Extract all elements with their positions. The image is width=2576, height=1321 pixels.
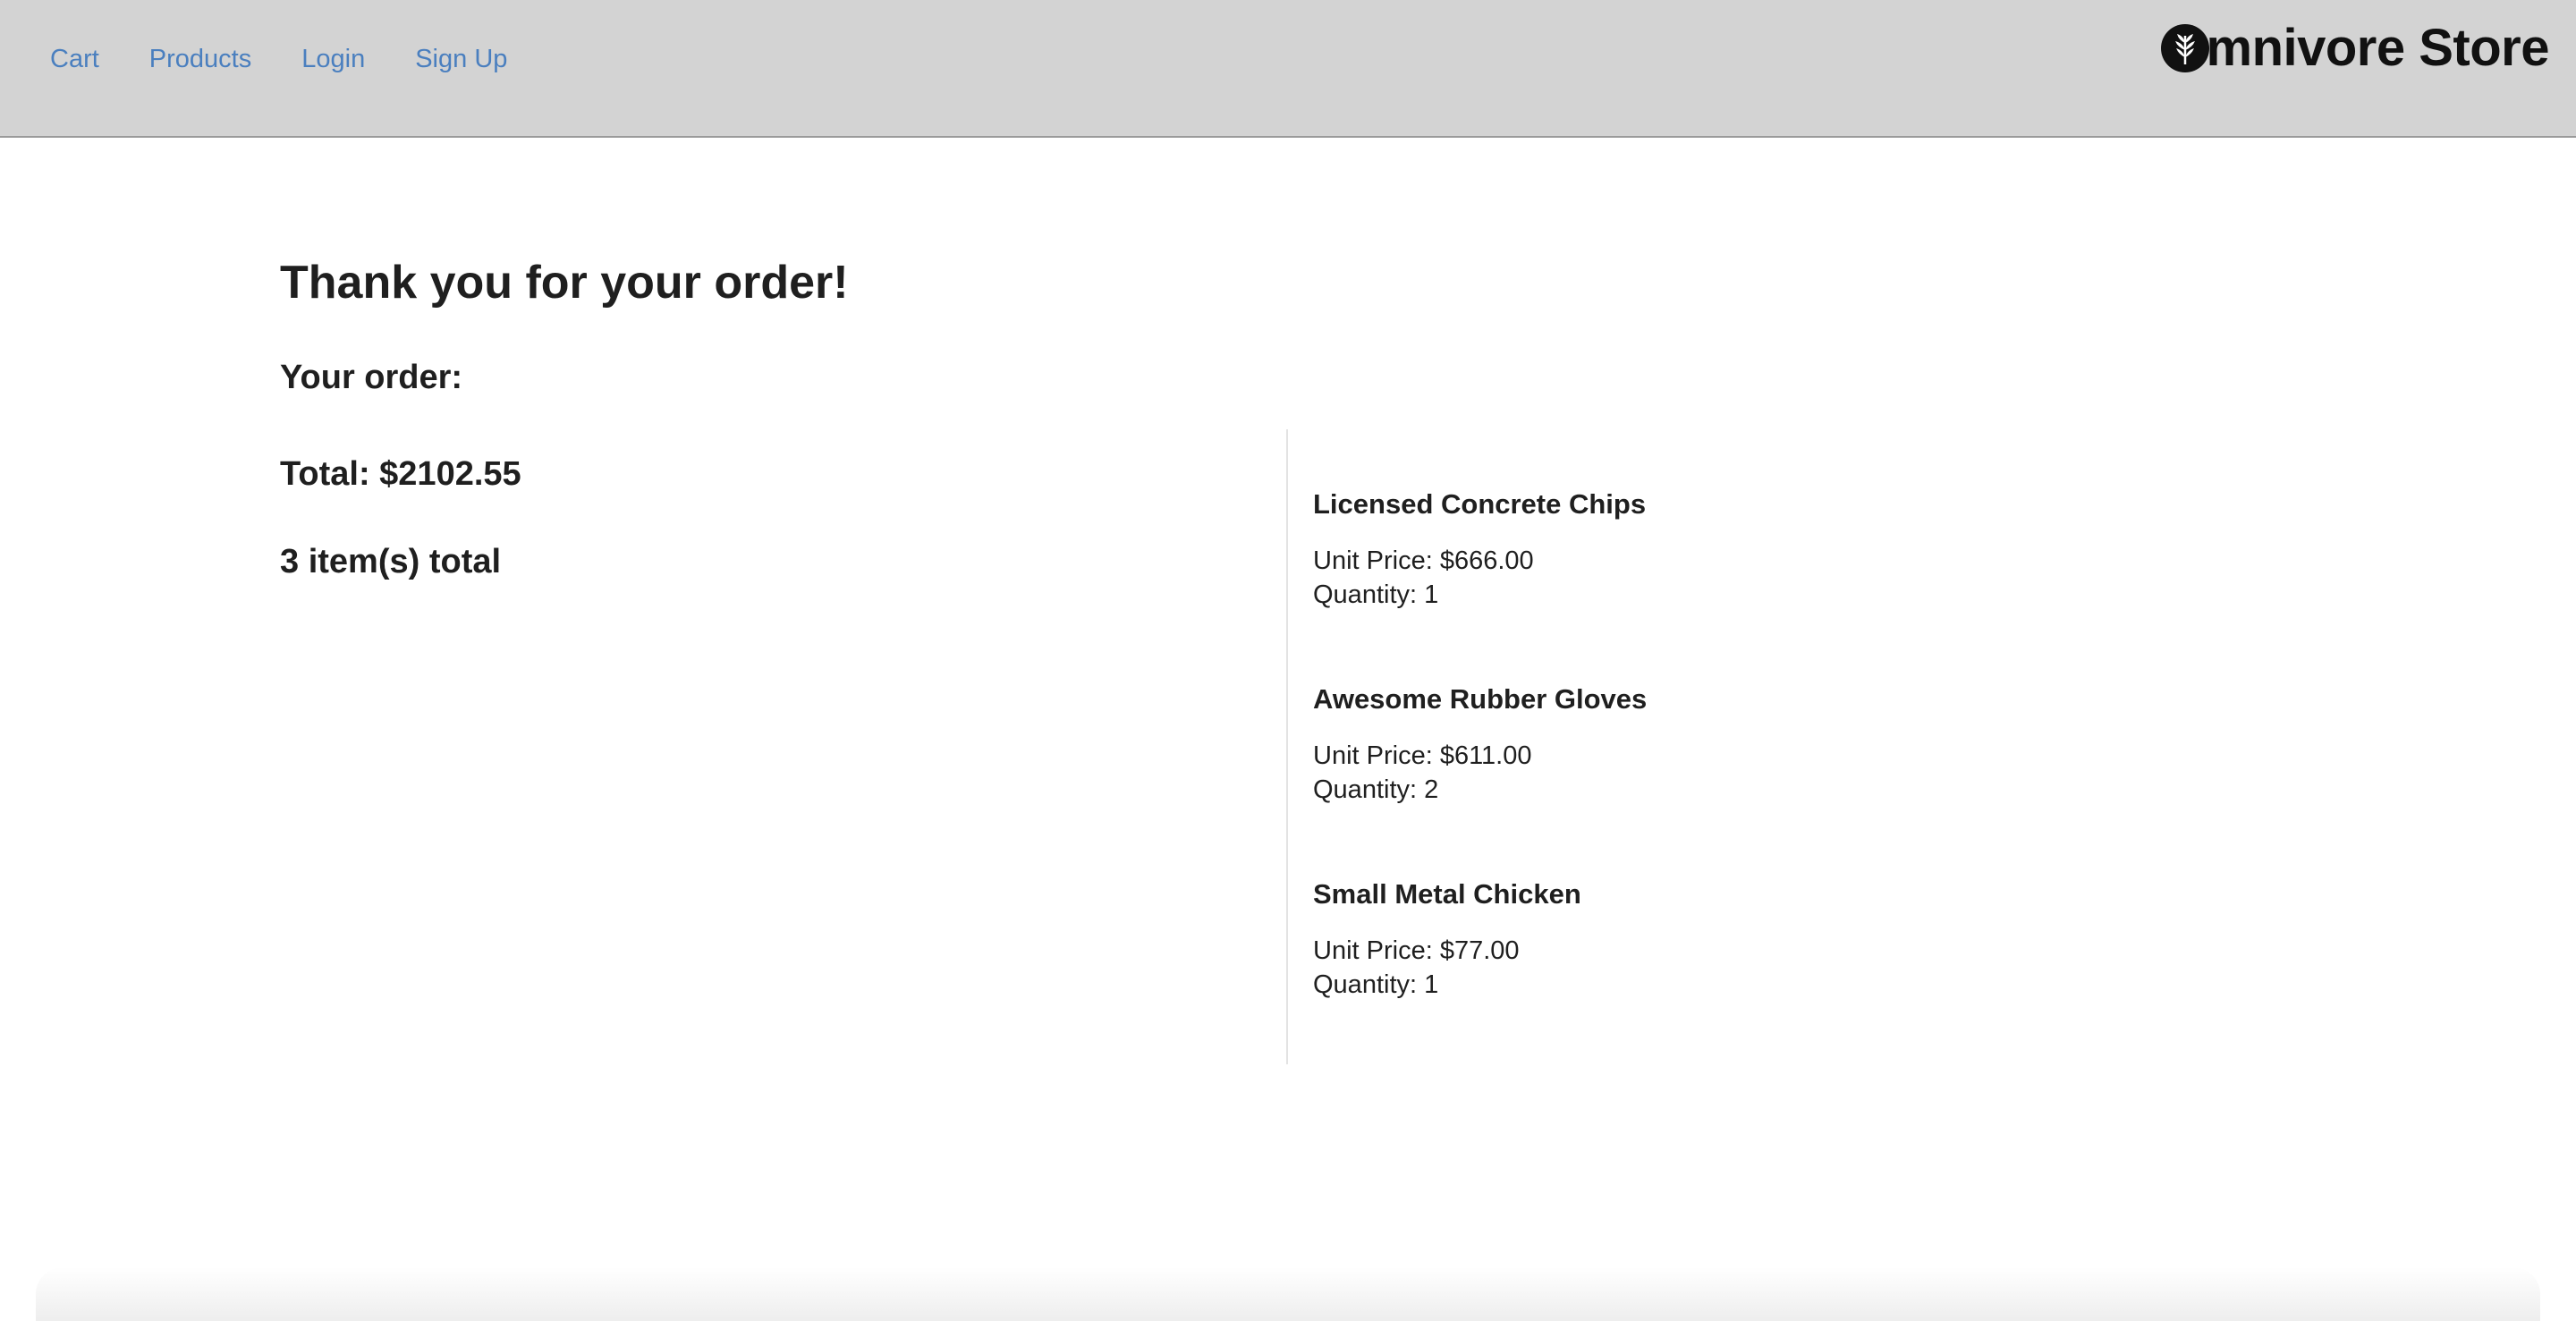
order-items-list: Licensed Concrete Chips Unit Price: $666… [1313,485,2118,1070]
order-item: Small Metal Chicken Unit Price: $77.00 Q… [1313,875,2118,1070]
item-quantity: Quantity: 1 [1313,580,1439,609]
item-name: Awesome Rubber Gloves [1313,683,1648,715]
order-label: Your order: [280,359,463,396]
order-confirmation: Thank you for your order! Your order: To… [280,250,2292,1064]
page-title: Thank you for your order! [280,257,849,309]
nav-link-cart[interactable]: Cart [50,39,99,79]
order-item: Awesome Rubber Gloves Unit Price: $611.0… [1313,680,2118,875]
nav-link-products[interactable]: Products [149,39,251,79]
item-unit-price: Unit Price: $666.00 [1313,546,1534,575]
column-divider [1286,429,1288,1064]
order-total: Total: $2102.55 [280,455,521,493]
nav-links: Cart Products Login Sign Up [50,39,507,79]
brand-logo-link[interactable]: mnivore Store [2160,13,2550,84]
order-item: Licensed Concrete Chips Unit Price: $666… [1313,485,2118,680]
nav-link-sign-up[interactable]: Sign Up [415,39,507,79]
item-name: Licensed Concrete Chips [1313,488,1647,520]
item-unit-price: Unit Price: $77.00 [1313,936,1520,965]
order-summary: Total: $2102.55 3 item(s) total [280,447,521,589]
item-name: Small Metal Chicken [1313,878,1581,910]
item-unit-price: Unit Price: $611.00 [1313,741,1532,770]
leaf-circle-icon [2160,23,2210,73]
item-quantity: Quantity: 2 [1313,775,1439,804]
nav-link-login[interactable]: Login [301,39,365,79]
order-item-count: 3 item(s) total [280,543,502,580]
bottom-shadow [36,1267,2540,1321]
item-quantity: Quantity: 1 [1313,970,1439,999]
brand-name: mnivore Store [2206,19,2550,77]
top-navbar: Cart Products Login Sign Up mnivore Stor… [0,0,2576,138]
